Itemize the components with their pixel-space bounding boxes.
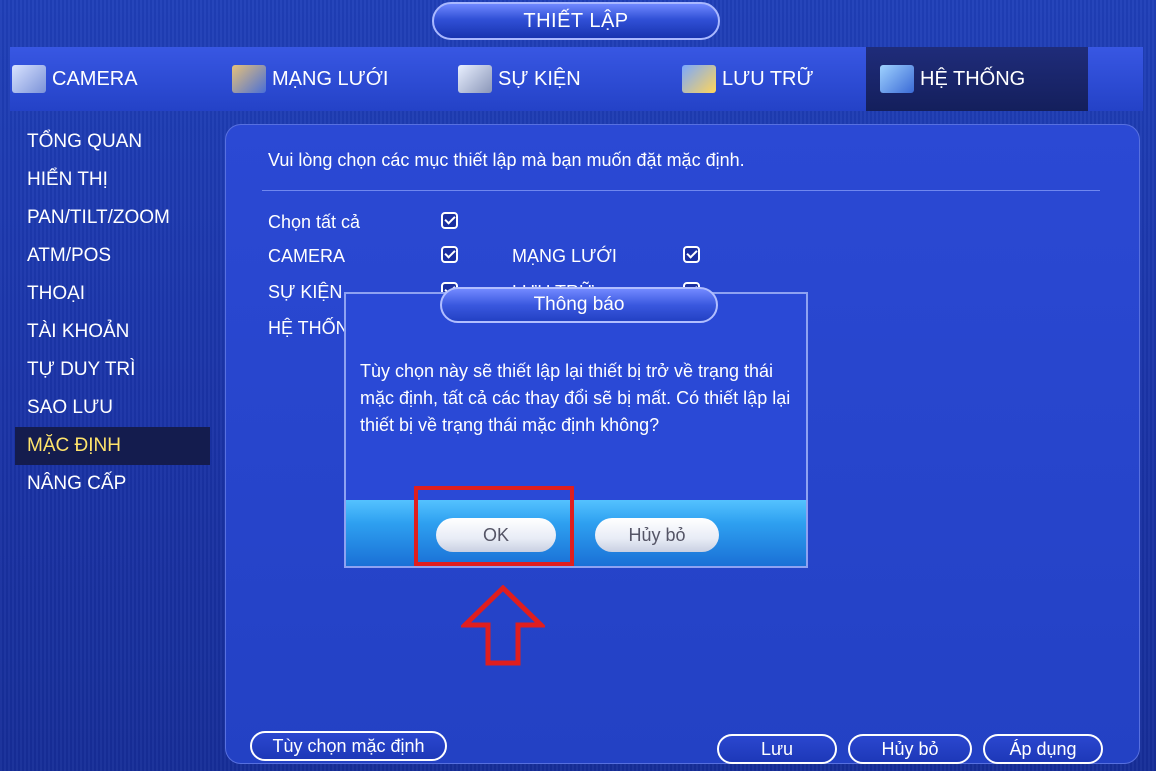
- apply-button[interactable]: Áp dụng: [983, 734, 1103, 764]
- tab-event[interactable]: SỰ KIỆN: [458, 47, 663, 111]
- dialog-message: Tùy chọn này sẽ thiết lập lại thiết bị t…: [360, 361, 791, 435]
- save-button[interactable]: Lưu: [717, 734, 837, 764]
- sidebar-item-auto-maintain[interactable]: TỰ DUY TRÌ: [15, 351, 210, 389]
- tab-system-label: HỆ THỐNG: [920, 67, 1026, 90]
- sidebar-item-account[interactable]: TÀI KHOẢN: [15, 313, 210, 351]
- system-icon: [880, 65, 914, 93]
- event-option-label: SỰ KIỆN: [268, 282, 343, 302]
- tab-storage[interactable]: LƯU TRỮ: [682, 47, 862, 111]
- network-checkbox[interactable]: [683, 246, 700, 263]
- cancel-button[interactable]: Hủy bỏ: [848, 734, 972, 764]
- up-arrow-icon: [461, 585, 545, 666]
- tab-camera-label: CAMERA: [52, 67, 138, 90]
- tab-camera[interactable]: CAMERA: [12, 47, 217, 111]
- dvr-setup-screen: THIẾT LẬP CAMERA MẠNG LƯỚI SỰ KIỆN LƯU T…: [0, 0, 1156, 771]
- event-icon: [458, 65, 492, 93]
- default-options-button[interactable]: Tùy chọn mặc định: [250, 731, 447, 761]
- sidebar-item-overview[interactable]: TỔNG QUAN: [15, 123, 210, 161]
- page-title: THIẾT LẬP: [432, 2, 720, 40]
- camera-option-label: CAMERA: [268, 246, 346, 266]
- dialog-cancel-button[interactable]: Hủy bỏ: [595, 518, 719, 552]
- tab-network-label: MẠNG LƯỚI: [272, 67, 389, 90]
- dialog-title: Thông báo: [440, 287, 718, 323]
- sidebar-item-ptz[interactable]: PAN/TILT/ZOOM: [15, 199, 210, 237]
- tab-event-label: SỰ KIỆN: [498, 67, 581, 90]
- camera-checkbox[interactable]: [441, 246, 458, 263]
- sidebar-item-display[interactable]: HIỂN THỊ: [15, 161, 210, 199]
- camera-icon: [12, 65, 46, 93]
- divider: [262, 190, 1100, 191]
- ok-highlight-box: [414, 486, 574, 566]
- select-all-label: Chọn tất cả: [268, 212, 361, 232]
- storage-icon: [682, 65, 716, 93]
- sidebar-item-backup[interactable]: SAO LƯU: [15, 389, 210, 427]
- instruction-text: Vui lòng chọn các mục thiết lập mà bạn m…: [268, 150, 745, 170]
- sidebar-item-voice[interactable]: THOẠI: [15, 275, 210, 313]
- tab-network[interactable]: MẠNG LƯỚI: [232, 47, 437, 111]
- network-icon: [232, 65, 266, 93]
- sidebar-item-default[interactable]: MẶC ĐỊNH: [15, 427, 210, 465]
- sidebar-item-atm-pos[interactable]: ATM/POS: [15, 237, 210, 275]
- select-all-checkbox[interactable]: [441, 212, 458, 229]
- sidebar: TỔNG QUAN HIỂN THỊ PAN/TILT/ZOOM ATM/POS…: [15, 123, 210, 503]
- sidebar-item-upgrade[interactable]: NÂNG CẤP: [15, 465, 210, 503]
- main-tab-bar: CAMERA MẠNG LƯỚI SỰ KIỆN LƯU TRỮ HỆ THỐN…: [10, 47, 1143, 111]
- network-option-label: MẠNG LƯỚI: [512, 246, 617, 266]
- tab-storage-label: LƯU TRỮ: [722, 67, 814, 90]
- tab-system[interactable]: HỆ THỐNG: [866, 47, 1088, 111]
